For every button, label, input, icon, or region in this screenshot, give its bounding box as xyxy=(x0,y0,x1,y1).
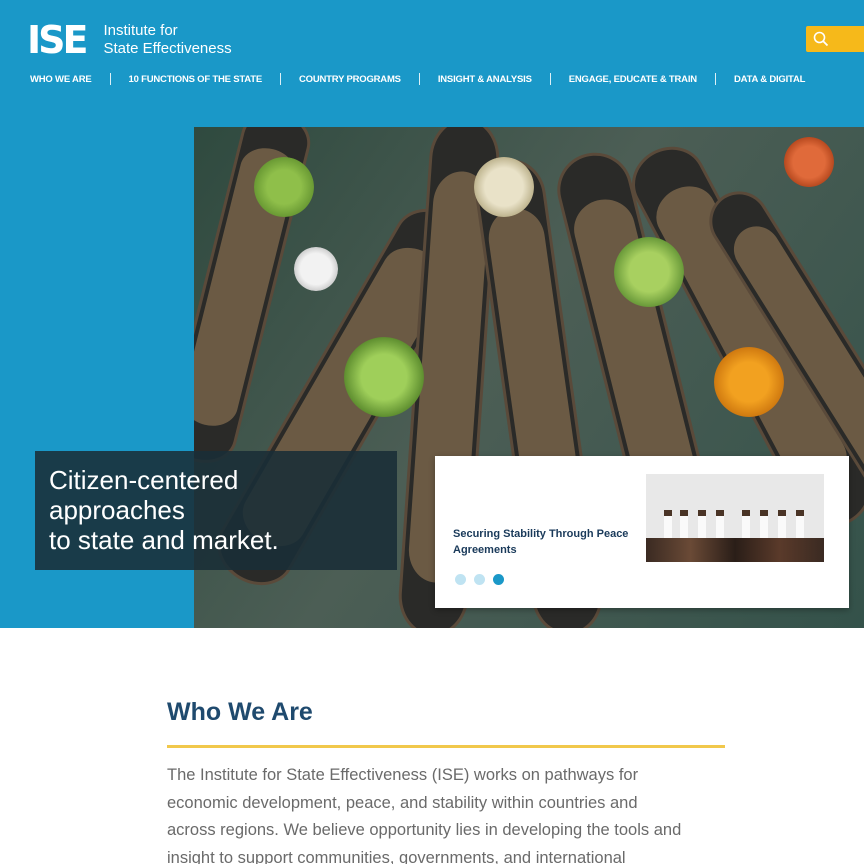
fruit-pile xyxy=(344,337,424,417)
fruit-pile xyxy=(474,157,534,217)
fruit-pile xyxy=(614,237,684,307)
nav-divider xyxy=(109,73,111,85)
site-logo[interactable]: ISE Institute for State Effectiveness xyxy=(27,18,232,62)
logo-line-2: State Effectiveness xyxy=(103,40,232,57)
main-nav: WHO WE ARE 10 FUNCTIONS OF THE STATE COU… xyxy=(18,72,817,86)
featured-story-card[interactable]: Securing Stability Through Peace Agreeme… xyxy=(435,456,849,608)
who-we-are-section: Who We Are The Institute for State Effec… xyxy=(167,697,725,864)
nav-divider xyxy=(714,73,716,85)
logo-mark: ISE xyxy=(27,18,88,62)
tagline-line-3: to state and market. xyxy=(49,525,279,555)
fruit-pile xyxy=(254,157,314,217)
carousel-dot-1[interactable] xyxy=(455,574,466,585)
nav-data-digital[interactable]: DATA & DIGITAL xyxy=(722,74,817,85)
featured-story-title[interactable]: Securing Stability Through Peace Agreeme… xyxy=(453,526,643,558)
nav-divider xyxy=(549,73,551,85)
nav-insight-analysis[interactable]: INSIGHT & ANALYSIS xyxy=(426,74,544,85)
fruit-pile xyxy=(714,347,784,417)
hero-tagline: Citizen-centered approaches to state and… xyxy=(35,451,397,570)
fruit-pile xyxy=(784,137,834,187)
nav-10-functions[interactable]: 10 FUNCTIONS OF THE STATE xyxy=(117,74,274,85)
nav-divider xyxy=(279,73,281,85)
logo-line-1: Institute for xyxy=(103,22,178,39)
nav-engage-educate-train[interactable]: ENGAGE, EDUCATE & TRAIN xyxy=(557,74,709,85)
section-title: Who We Are xyxy=(167,698,313,726)
nav-who-we-are[interactable]: WHO WE ARE xyxy=(18,74,104,85)
nav-divider xyxy=(418,73,420,85)
search-button[interactable] xyxy=(806,26,864,52)
search-icon xyxy=(813,31,829,47)
logo-text: Institute for State Effectiveness xyxy=(103,22,231,58)
site-header: ISE Institute for State Effectiveness WH… xyxy=(0,0,864,628)
section-body: The Institute for State Effectiveness (I… xyxy=(167,766,682,864)
nav-country-programs[interactable]: COUNTRY PROGRAMS xyxy=(287,74,413,85)
section-divider xyxy=(167,745,725,748)
featured-story-image[interactable] xyxy=(646,474,824,562)
carousel-dot-3[interactable] xyxy=(493,574,504,585)
fruit-pile xyxy=(294,247,338,291)
carousel-dot-2[interactable] xyxy=(474,574,485,585)
carousel-dots xyxy=(455,574,512,585)
tagline-line-2: approaches xyxy=(49,495,185,525)
tagline-line-1: Citizen-centered xyxy=(49,465,239,495)
